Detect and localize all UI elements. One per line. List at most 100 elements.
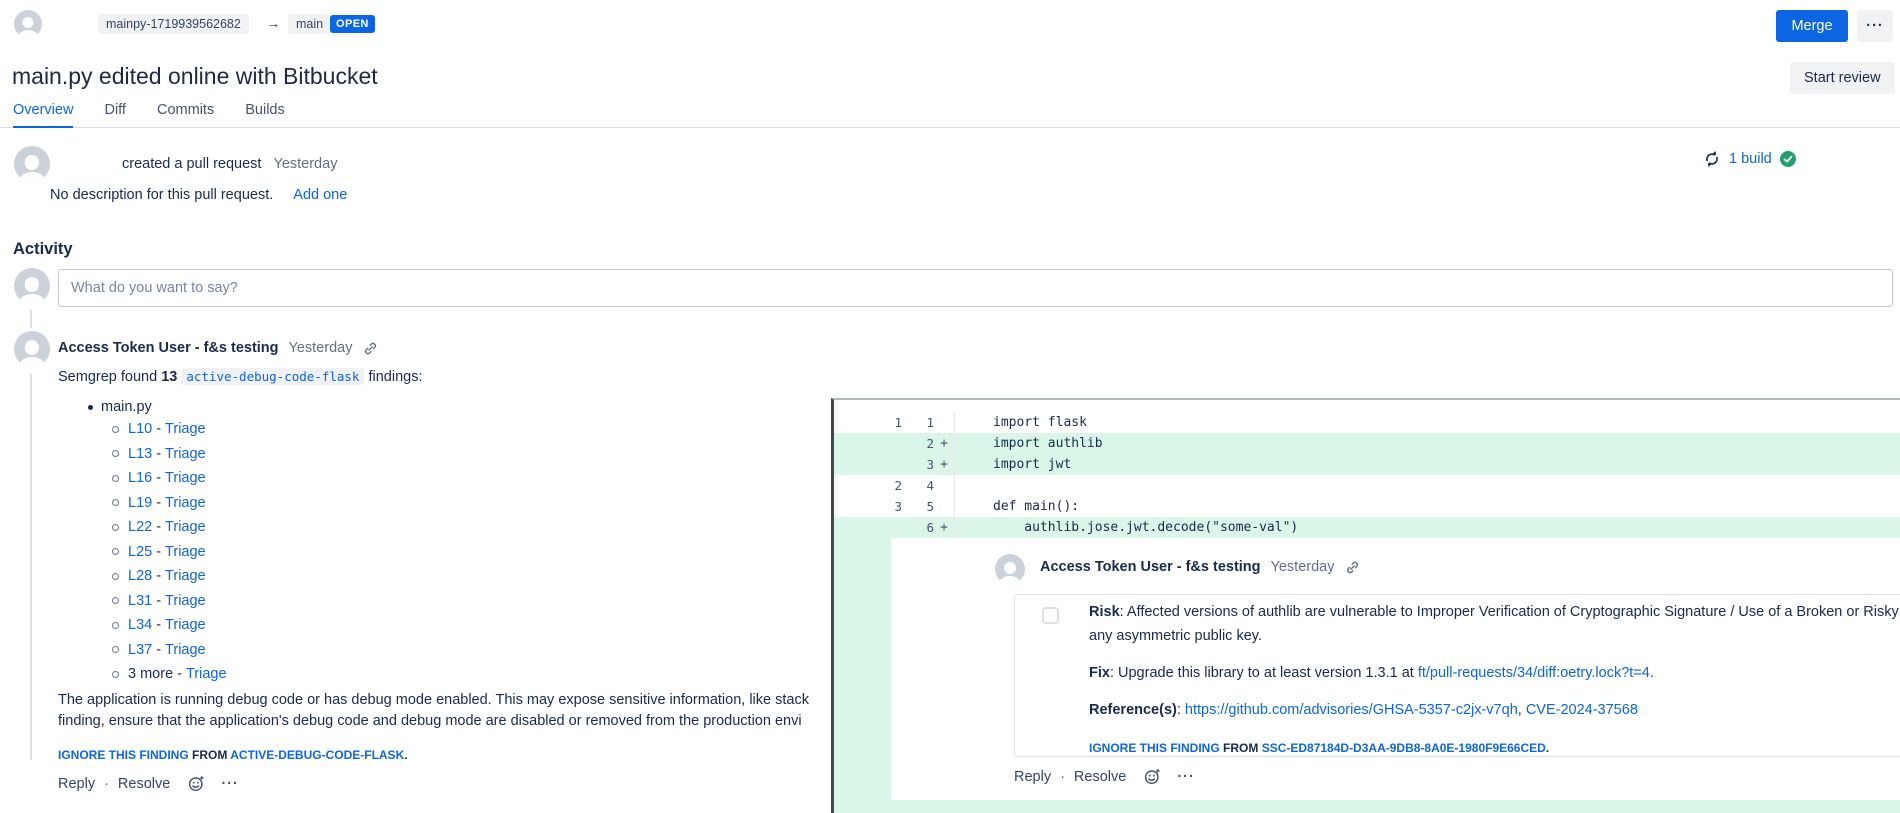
comment-permalink-icon[interactable] bbox=[363, 341, 378, 356]
diff-row-added: 3+import jwt bbox=[834, 454, 1900, 475]
builds-link[interactable]: 1 build bbox=[1729, 151, 1772, 167]
rule-chip[interactable]: active-debug-code-flask bbox=[181, 368, 364, 385]
ignore-from-text: FROM bbox=[192, 748, 227, 762]
builds-status: 1 build bbox=[1703, 150, 1796, 168]
diff-row: 11import flask bbox=[834, 412, 1900, 433]
finding-item: 3 more-Triage bbox=[112, 662, 227, 687]
diff-row: 24 bbox=[834, 475, 1900, 496]
old-line-number bbox=[834, 454, 906, 475]
finding-action-link[interactable]: Triage bbox=[165, 446, 206, 462]
finding-action-link[interactable]: Triage bbox=[165, 568, 206, 584]
finding-action-link[interactable]: Triage bbox=[165, 421, 206, 437]
finding-count: 13 bbox=[161, 369, 177, 385]
add-description-link[interactable]: Add one bbox=[293, 187, 347, 203]
comment-input[interactable] bbox=[58, 269, 1893, 307]
finding-line-link[interactable]: L34 bbox=[128, 617, 152, 633]
add-reaction-icon[interactable] bbox=[188, 775, 205, 792]
code-text: import jwt bbox=[955, 454, 1071, 475]
thread-line bbox=[30, 374, 32, 760]
finding-line-link[interactable]: L25 bbox=[128, 544, 152, 560]
tab-diff[interactable]: Diff bbox=[104, 102, 126, 126]
fix-link[interactable]: ft/pull-requests/34/diff:oetry.lock?t=4 bbox=[1418, 665, 1650, 681]
tab-overview[interactable]: Overview bbox=[13, 102, 73, 128]
more-options-button[interactable]: ··· bbox=[1857, 10, 1893, 42]
finding-action-link[interactable]: Triage bbox=[165, 593, 206, 609]
finding-action-link[interactable]: Triage bbox=[165, 495, 206, 511]
inline-add-reaction-icon[interactable] bbox=[1144, 768, 1161, 785]
inline-more-actions-icon[interactable]: ··· bbox=[1177, 769, 1195, 785]
diff-row-added: 6+ authlib.jose.jwt.decode("some-val") bbox=[834, 517, 1900, 538]
source-branch-chip[interactable]: mainpy-1719939562682 bbox=[98, 14, 249, 34]
finding-more-text: 3 more bbox=[128, 666, 173, 682]
inline-ignore-rule-link[interactable]: SSC-ED87184D-D3AA-9DB8-8A0E-1980F9E66CED bbox=[1262, 741, 1546, 755]
reference-comma: , bbox=[1518, 702, 1526, 718]
finding-line-link[interactable]: L28 bbox=[128, 568, 152, 584]
reference-colon: : bbox=[1177, 702, 1185, 718]
comment-author-avatar bbox=[14, 331, 50, 367]
diff-sign: + bbox=[934, 454, 954, 475]
reference-link-2[interactable]: CVE-2024-37568 bbox=[1526, 702, 1638, 718]
finding-line-link[interactable]: L13 bbox=[128, 446, 152, 462]
inline-comment-time: Yesterday bbox=[1271, 559, 1335, 575]
open-status-badge: OPEN bbox=[330, 15, 375, 33]
inline-resolve-button[interactable]: Resolve bbox=[1074, 769, 1126, 785]
inline-ignore-link[interactable]: IGNORE THIS FINDING bbox=[1089, 741, 1220, 755]
inline-comment-permalink-icon[interactable] bbox=[1345, 560, 1360, 575]
target-branch-chip[interactable]: main bbox=[288, 14, 331, 34]
finding-line-link[interactable]: L19 bbox=[128, 495, 152, 511]
ignore-rule-link[interactable]: ACTIVE-DEBUG-CODE-FLASK bbox=[230, 748, 404, 762]
diff-sign bbox=[934, 412, 954, 433]
inline-action-separator: · bbox=[1060, 769, 1065, 785]
reference-link-1[interactable]: https://github.com/advisories/GHSA-5357-… bbox=[1185, 702, 1518, 718]
inline-reply-button[interactable]: Reply bbox=[1014, 769, 1051, 785]
diff-sign: + bbox=[934, 517, 954, 538]
new-line-number: 6 bbox=[906, 517, 934, 538]
start-review-button[interactable]: Start review bbox=[1790, 62, 1895, 94]
created-line: created a pull request Yesterday bbox=[122, 156, 337, 172]
tab-commits[interactable]: Commits bbox=[157, 102, 214, 126]
ignore-period: . bbox=[404, 748, 407, 762]
finding-action-link[interactable]: Triage bbox=[165, 642, 206, 658]
comment-author-name: Access Token User - f&s testing bbox=[58, 340, 279, 356]
finding-line-link[interactable]: L16 bbox=[128, 470, 152, 486]
finding-line-link[interactable]: L22 bbox=[128, 519, 152, 535]
risk-checkbox[interactable] bbox=[1042, 607, 1059, 624]
created-text: created a pull request bbox=[122, 156, 261, 172]
reply-button[interactable]: Reply bbox=[58, 776, 95, 792]
more-actions-icon[interactable]: ··· bbox=[221, 776, 239, 792]
tab-builds[interactable]: Builds bbox=[245, 102, 285, 126]
thread-line bbox=[30, 310, 32, 328]
fix-period: . bbox=[1650, 665, 1654, 681]
finding-action-link[interactable]: Triage bbox=[165, 470, 206, 486]
code-text bbox=[955, 475, 993, 496]
pull-request-page: mainpy-1719939562682 → main OPEN Merge ·… bbox=[0, 0, 1900, 813]
new-line-number: 4 bbox=[906, 475, 934, 496]
new-line-number: 2 bbox=[906, 433, 934, 454]
diff-sign bbox=[934, 475, 954, 496]
comment-paragraph-line2: finding, ensure that the application's d… bbox=[58, 711, 802, 732]
finding-sep: - bbox=[156, 568, 161, 584]
finding-action-link[interactable]: Triage bbox=[165, 519, 206, 535]
finding-line-link[interactable]: L10 bbox=[128, 421, 152, 437]
intro-post: findings: bbox=[364, 369, 422, 385]
new-line-number: 3 bbox=[906, 454, 934, 475]
finding-item: L16-Triage bbox=[112, 466, 227, 491]
merge-button[interactable]: Merge bbox=[1776, 10, 1848, 42]
diff-panel: 11import flask 2+import authlib 3+import… bbox=[831, 398, 1900, 813]
finding-item: L19-Triage bbox=[112, 491, 227, 516]
finding-action-link[interactable]: Triage bbox=[186, 666, 227, 682]
finding-item: L10-Triage bbox=[112, 417, 227, 442]
finding-action-link[interactable]: Triage bbox=[165, 617, 206, 633]
ignore-finding-link[interactable]: IGNORE THIS FINDING bbox=[58, 748, 189, 762]
inline-ignore-line: IGNORE THIS FINDING FROM SSC-ED87184D-D3… bbox=[1089, 738, 1549, 757]
finding-action-link[interactable]: Triage bbox=[165, 544, 206, 560]
finding-line-link[interactable]: L37 bbox=[128, 642, 152, 658]
finding-line-link[interactable]: L31 bbox=[128, 593, 152, 609]
resolve-button[interactable]: Resolve bbox=[118, 776, 170, 792]
comment-header: Access Token User - f&s testing Yesterda… bbox=[58, 340, 378, 356]
finding-intro: Semgrep found 13 active-debug-code-flask… bbox=[58, 369, 423, 385]
new-line-number: 5 bbox=[906, 496, 934, 517]
finding-sep: - bbox=[156, 544, 161, 560]
file-item: main.py bbox=[88, 399, 152, 415]
action-separator: · bbox=[104, 776, 109, 792]
